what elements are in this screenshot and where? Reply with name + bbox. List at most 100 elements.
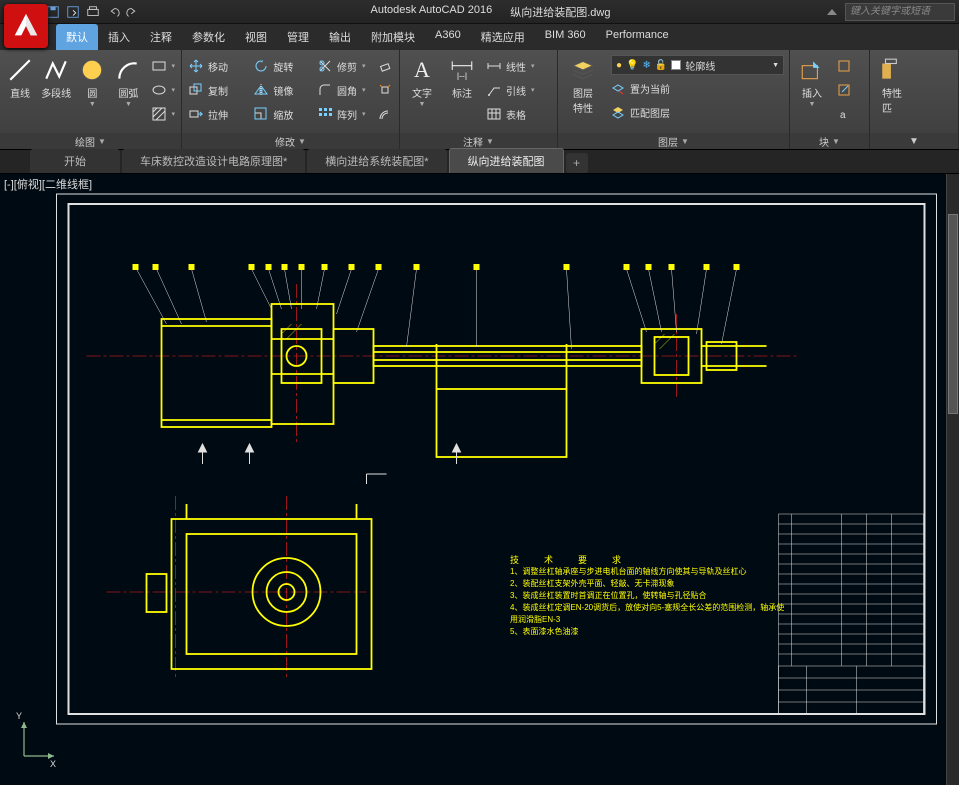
mirror-label: 镜像 bbox=[273, 83, 293, 98]
stretch-button[interactable]: 拉伸 bbox=[186, 103, 247, 125]
ribbon-tab-annotate[interactable]: 注释 bbox=[140, 24, 182, 50]
array-button[interactable]: 阵列▾ bbox=[315, 103, 371, 125]
leader-button[interactable]: 引线▾ bbox=[484, 79, 544, 101]
rect-button[interactable]: ▾ bbox=[149, 55, 178, 77]
layer-props-button[interactable]: 图层 特性 bbox=[562, 52, 604, 115]
ribbon-tab-default[interactable]: 默认 bbox=[56, 24, 98, 50]
tech-req-line-3: 3、装成丝杠装置时首调正在位置孔，使转轴与孔径贴合 bbox=[510, 590, 790, 602]
ribbon: 直线 多段线 圆▼ 圆弧▼ ▾ ▾ ▾ 绘图▼ 移动 复制 拉伸 旋转 镜像 缩… bbox=[0, 50, 959, 150]
layer-current-label: 轮廓线 bbox=[685, 58, 715, 73]
hatch-button[interactable]: ▾ bbox=[149, 103, 178, 125]
tech-req-line-2: 2、装配丝杠支架外壳平面、轻敲、无卡滞现象 bbox=[510, 578, 790, 590]
qat-plot-icon[interactable] bbox=[84, 3, 102, 21]
ribbon-tab-row: 默认 插入 注释 参数化 视图 管理 输出 附加模块 A360 精选应用 BIM… bbox=[0, 24, 959, 50]
search-caret-icon bbox=[827, 9, 837, 15]
polyline-button[interactable]: 多段线 bbox=[40, 52, 72, 100]
file-tab-3[interactable]: 纵向进给装配图 bbox=[449, 148, 564, 173]
ribbon-tab-manage[interactable]: 管理 bbox=[277, 24, 319, 50]
ribbon-tab-addins[interactable]: 附加模块 bbox=[361, 24, 425, 50]
copy-label: 复制 bbox=[208, 83, 228, 98]
ribbon-tab-output[interactable]: 输出 bbox=[319, 24, 361, 50]
panel-annotate-title: 注释 bbox=[463, 134, 483, 149]
insert-button[interactable]: 插入▼ bbox=[794, 52, 830, 108]
create-block-button[interactable] bbox=[834, 55, 854, 77]
panel-block-title: 块 bbox=[819, 134, 829, 149]
edit-block-button[interactable] bbox=[834, 79, 854, 101]
ribbon-tab-bim360[interactable]: BIM 360 bbox=[535, 24, 596, 50]
file-tab-add-button[interactable]: + bbox=[566, 153, 588, 173]
match-props-button[interactable]: 特性 匹 bbox=[874, 52, 910, 115]
qat-redo-icon[interactable] bbox=[124, 3, 142, 21]
linear-button[interactable]: 线性▾ bbox=[484, 55, 544, 77]
ribbon-tabs: 默认 插入 注释 参数化 视图 管理 输出 附加模块 A360 精选应用 BIM… bbox=[56, 24, 679, 50]
mirror-button[interactable]: 镜像 bbox=[251, 79, 311, 101]
ucs-y-label: Y bbox=[16, 711, 22, 721]
table-label: 表格 bbox=[506, 107, 526, 122]
scale-label: 缩放 bbox=[273, 107, 293, 122]
scale-button[interactable]: 缩放 bbox=[251, 103, 311, 125]
vertical-scrollbar[interactable] bbox=[946, 174, 959, 785]
line-button[interactable]: 直线 bbox=[4, 52, 36, 100]
ribbon-tab-a360[interactable]: A360 bbox=[425, 24, 471, 50]
ucs-x-label: X bbox=[50, 759, 56, 769]
move-label: 移动 bbox=[208, 59, 228, 74]
ribbon-tab-parametric[interactable]: 参数化 bbox=[182, 24, 235, 50]
viewport-label[interactable]: [-][俯视][二维线框] bbox=[4, 176, 92, 192]
ribbon-tab-view[interactable]: 视图 bbox=[235, 24, 277, 50]
layer-state-dropdown[interactable]: ●💡❄🔓轮廓线▼ bbox=[611, 55, 784, 75]
line-label: 直线 bbox=[10, 85, 30, 100]
ribbon-tab-featured[interactable]: 精选应用 bbox=[471, 24, 535, 50]
technical-requirements: 技 术 要 求 1、调整丝杠轴承座与步进电机台面的轴线方向使其与导轨及丝杠心 2… bbox=[510, 554, 790, 638]
panel-layer-title: 图层 bbox=[658, 134, 678, 149]
fillet-button[interactable]: 圆角▾ bbox=[315, 79, 371, 101]
ribbon-tab-performance[interactable]: Performance bbox=[596, 24, 679, 50]
array-label: 阵列 bbox=[337, 107, 357, 122]
ribbon-tab-insert[interactable]: 插入 bbox=[98, 24, 140, 50]
qat-undo-icon[interactable] bbox=[104, 3, 122, 21]
title-bar: Autodesk AutoCAD 2016 纵向进给装配图.dwg 键入关键字或… bbox=[0, 0, 959, 24]
panel-block: 插入▼ a 块▼ bbox=[790, 50, 870, 149]
drawing-canvas[interactable]: [-][俯视][二维线框] bbox=[0, 174, 959, 785]
move-button[interactable]: 移动 bbox=[186, 55, 247, 77]
file-tab-start[interactable]: 开始 bbox=[30, 149, 120, 173]
svg-text:|--|: |--| bbox=[457, 71, 467, 81]
svg-text:a: a bbox=[840, 110, 846, 121]
dimension-button[interactable]: |--|标注 bbox=[444, 52, 480, 100]
table-button[interactable]: 表格 bbox=[484, 103, 544, 125]
panel-annotate: A文字▼ |--|标注 线性▾ 引线▾ 表格 注释▼ bbox=[400, 50, 558, 149]
match-props-label: 特性 匹 bbox=[882, 85, 902, 115]
polyline-label: 多段线 bbox=[41, 85, 71, 100]
text-label: 文字 bbox=[412, 85, 432, 100]
file-tabs: 开始 车床数控改造设计电路原理图 横向进给系统装配图 纵向进给装配图 + bbox=[0, 150, 959, 174]
trim-button[interactable]: 修剪▾ bbox=[315, 55, 371, 77]
tech-req-line-4: 4、装成丝杠定调EN-20调货后，放使对向5-塞规全长公差的范围检测，轴承使用润… bbox=[510, 602, 790, 626]
text-button[interactable]: A文字▼ bbox=[404, 52, 440, 108]
arc-button[interactable]: 圆弧▼ bbox=[112, 52, 144, 108]
edit-attr-button[interactable]: a bbox=[834, 103, 854, 125]
match-layer-label: 匹配图层 bbox=[630, 105, 670, 120]
make-current-button[interactable]: 置为当前 bbox=[608, 77, 784, 99]
file-tab-2[interactable]: 横向进给系统装配图 bbox=[307, 149, 446, 173]
circle-label: 圆 bbox=[87, 85, 97, 100]
rotate-button[interactable]: 旋转 bbox=[251, 55, 311, 77]
offset-button[interactable] bbox=[375, 103, 395, 125]
panel-modify: 移动 复制 拉伸 旋转 镜像 缩放 修剪▾ 圆角▾ 阵列▾ 修改▼ bbox=[182, 50, 400, 149]
match-layer-button[interactable]: 匹配图层 bbox=[608, 101, 784, 123]
explode-button[interactable] bbox=[375, 79, 395, 101]
leader-label: 引线 bbox=[506, 83, 526, 98]
keyword-search-input[interactable]: 键入关键字或短语 bbox=[845, 3, 955, 21]
erase-button[interactable] bbox=[375, 55, 395, 77]
ellipse-button[interactable]: ▾ bbox=[149, 79, 178, 101]
doc-name: 纵向进给装配图.dwg bbox=[510, 4, 610, 20]
application-menu-button[interactable] bbox=[4, 4, 48, 48]
file-tab-1[interactable]: 车床数控改造设计电路原理图 bbox=[122, 149, 305, 173]
qat-saveas-icon[interactable] bbox=[64, 3, 82, 21]
scrollbar-thumb[interactable] bbox=[948, 214, 958, 414]
panel-layer: 图层 特性 ●💡❄🔓轮廓线▼ 置为当前 匹配图层 图层▼ bbox=[558, 50, 790, 149]
panel-draw: 直线 多段线 圆▼ 圆弧▼ ▾ ▾ ▾ 绘图▼ bbox=[0, 50, 182, 149]
copy-button[interactable]: 复制 bbox=[186, 79, 247, 101]
make-current-label: 置为当前 bbox=[630, 81, 670, 96]
tech-req-header: 技 术 要 求 bbox=[510, 554, 790, 566]
circle-button[interactable]: 圆▼ bbox=[76, 52, 108, 108]
panel-properties: 特性 匹 ▼ bbox=[870, 50, 959, 149]
